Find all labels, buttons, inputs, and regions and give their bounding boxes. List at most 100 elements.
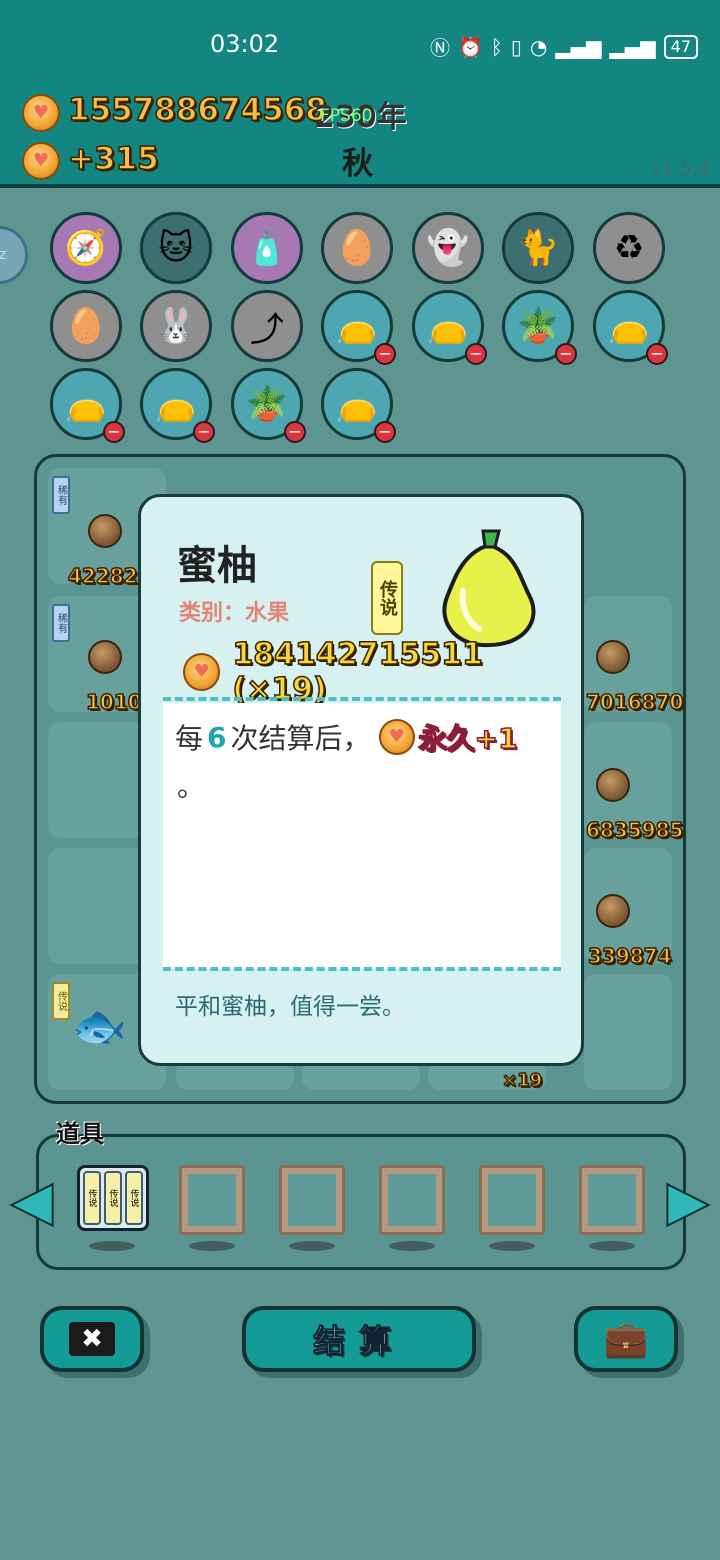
item-shadow — [589, 1241, 635, 1251]
income-value: +315 — [67, 140, 159, 178]
coin-icon: ♥ — [378, 719, 415, 755]
egg-tray-icon: 🥚 — [64, 306, 108, 346]
recycle-item[interactable]: ♻ — [593, 212, 665, 284]
battery-indicator: 47 — [663, 34, 698, 59]
remove-button[interactable]: ✖ — [40, 1306, 144, 1372]
status-time: 03:02 — [210, 30, 280, 58]
alarm-icon: ⏰ — [457, 34, 483, 59]
settle-button[interactable]: 结算 — [242, 1306, 476, 1372]
vibrate-icon: ▯ — [510, 34, 522, 59]
fps-counter: FPS60 — [320, 106, 373, 126]
item-shadow — [489, 1241, 535, 1251]
bluetooth-icon: ᛒ — [490, 34, 503, 59]
minus-icon: − — [374, 343, 396, 365]
bag-icon: 👝 — [64, 384, 108, 424]
signal-4g-icon: ▂▄▆ — [609, 34, 656, 59]
item-slot[interactable] — [479, 1165, 545, 1235]
effect-box: 每 6 次结算后， ♥ 永久+1 。 — [163, 703, 561, 969]
minus-icon: − — [193, 421, 215, 443]
minus-icon: − — [103, 421, 125, 443]
cats-icon: 🐱 — [158, 228, 194, 268]
egg-tray-item[interactable]: 🥚 — [321, 212, 393, 284]
version-label: v1.5.4 — [650, 158, 710, 180]
sleep-side-button[interactable]: zz — [0, 226, 28, 284]
item-shadow — [189, 1241, 235, 1251]
legend-card: 传说 — [104, 1171, 122, 1225]
egg-tray-item-2[interactable]: 🥚 — [50, 290, 122, 362]
item-slot[interactable] — [579, 1165, 645, 1235]
nut-icon — [88, 514, 122, 548]
minus-icon: − — [465, 343, 487, 365]
effect-text: 次结算后， — [230, 722, 371, 755]
effect-bonus: 永久+1 — [418, 721, 518, 756]
slot-value: 339874 — [587, 943, 672, 969]
status-icons: Ⓝ ⏰ ᛒ ▯ ◔ ▂▄▆ ▂▄▆ 47 — [430, 32, 698, 61]
bag-icon: 👝 — [335, 384, 379, 424]
minus-icon: − — [555, 343, 577, 365]
ghost-item[interactable]: 👻 — [412, 212, 484, 284]
egg-tray-icon: 🥚 — [335, 228, 379, 268]
bag-item-5[interactable]: 👝 − — [140, 368, 215, 443]
item-slot[interactable] — [279, 1165, 345, 1235]
bag-item-3[interactable]: 👝 − — [593, 290, 668, 365]
bag-item-2[interactable]: 👝 − — [412, 290, 487, 365]
rare-tag: 稀有 — [52, 604, 70, 642]
bag-item-6[interactable]: 👝 − — [321, 368, 396, 443]
compass-item[interactable]: 🧭 — [50, 212, 122, 284]
legend-card: 传说 — [125, 1171, 143, 1225]
minus-icon: − — [374, 421, 396, 443]
briefcase-icon: 💼 — [603, 1319, 649, 1360]
legend-tag: 传说 — [52, 982, 70, 1020]
delete-icon: ✖ — [69, 1322, 115, 1356]
season-label: 秋 — [342, 146, 373, 182]
item-slot[interactable] — [179, 1165, 245, 1235]
item-detail-popup: 蜜柚 类别：水果 传说 ♥ 184142715511 (×19) 每 6 次结算… — [138, 494, 584, 1066]
legend-card: 传说 — [83, 1171, 101, 1225]
legend-item-pack[interactable]: 传说 传说 传说 — [77, 1165, 149, 1231]
rare-tag: 稀有 — [52, 476, 70, 514]
items-bar: 传说 传说 传说 — [36, 1134, 686, 1270]
flower-pot-icon: 🪴 — [516, 306, 560, 346]
bag-item[interactable]: 👝 − — [321, 290, 396, 365]
nfc-icon: Ⓝ — [429, 36, 450, 60]
rabbit-item[interactable]: 🐰 — [140, 290, 212, 362]
backpack-button[interactable]: 💼 — [574, 1306, 678, 1372]
sleep-icon: zz — [0, 247, 7, 263]
effect-text: 每 — [175, 722, 204, 755]
slot-value: 1010 — [85, 689, 142, 715]
items-next-arrow[interactable]: ▶ — [666, 1168, 710, 1233]
item-title: 蜜柚 — [177, 543, 257, 589]
money-value: 155788674568 — [67, 91, 327, 129]
effect-end: 。 — [177, 770, 206, 803]
item-shadow — [389, 1241, 435, 1251]
cats-item[interactable]: 🐱 — [140, 212, 212, 284]
income-coin-icon: ♥ — [22, 142, 60, 180]
settle-label: 结算 — [312, 1322, 405, 1361]
cat-item[interactable]: 🐈 — [502, 212, 574, 284]
effect-number: 6 — [207, 720, 227, 754]
upgrade-item[interactable]: ⤴ — [231, 290, 303, 362]
coin-icon: ♥ — [183, 653, 221, 691]
divider — [163, 697, 561, 701]
nut-icon — [88, 640, 122, 674]
bag-icon: 👝 — [607, 306, 651, 346]
items-prev-arrow[interactable]: ◀ — [10, 1168, 54, 1233]
pomelo-icon — [442, 529, 536, 648]
ghost-icon: 👻 — [426, 228, 470, 268]
item-category: 类别：水果 — [179, 601, 290, 626]
bag-item-4[interactable]: 👝 − — [50, 368, 125, 443]
flower-pot-item-2[interactable]: 🪴 − — [231, 368, 306, 443]
recycle-icon: ♻ — [613, 228, 645, 268]
item-slot[interactable] — [379, 1165, 445, 1235]
slot-value: 7016870 — [585, 689, 684, 715]
koi-fish-icon: 🐟 — [72, 1001, 127, 1052]
bottle-item[interactable]: 🧴 — [231, 212, 303, 284]
flower-pot-item[interactable]: 🪴 − — [502, 290, 577, 365]
slot-cell[interactable] — [584, 974, 672, 1090]
divider — [163, 967, 561, 971]
nut-icon — [596, 640, 630, 674]
wifi-icon: ◔ — [529, 34, 548, 59]
compass-icon: 🧭 — [64, 228, 108, 268]
nut-icon — [596, 768, 630, 802]
item-shadow — [89, 1241, 135, 1251]
